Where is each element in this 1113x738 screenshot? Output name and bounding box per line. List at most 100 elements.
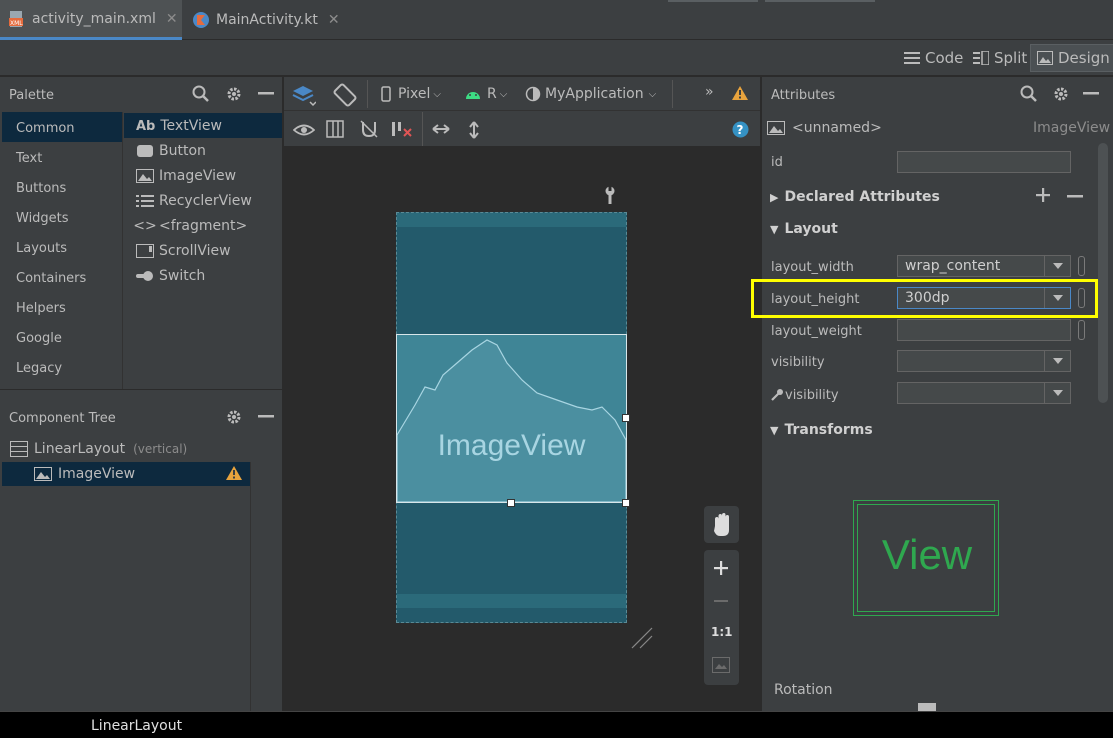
zoom-out-icon[interactable] (713, 600, 729, 604)
resize-handle[interactable] (507, 499, 515, 507)
search-icon[interactable] (190, 83, 212, 105)
category-text[interactable]: Text (16, 151, 42, 166)
warning-icon[interactable] (225, 465, 243, 481)
design-mode-button[interactable]: Design (1030, 44, 1113, 72)
zoom-fit-icon[interactable] (712, 657, 730, 673)
category-legacy[interactable]: Legacy (16, 361, 62, 376)
palette-item-scrollview[interactable]: ScrollView (136, 239, 231, 263)
palette-item-fragment[interactable]: <> <fragment> (133, 214, 247, 238)
tab-main-activity[interactable]: MainActivity.kt ✕ (184, 0, 344, 40)
layout-width-label: layout_width (771, 260, 854, 275)
overflow-icon[interactable]: » (705, 84, 714, 100)
expand-horizontal-icon[interactable] (431, 121, 451, 137)
layout-section[interactable]: ▼ Layout (762, 214, 1092, 244)
visibility-field[interactable] (897, 350, 1071, 372)
clear-constraints-icon[interactable] (391, 120, 413, 138)
kotlin-file-icon (192, 11, 210, 29)
category-containers[interactable]: Containers (16, 271, 86, 286)
dropdown-arrow-icon[interactable] (1044, 288, 1070, 308)
minimize-icon[interactable] (255, 406, 277, 428)
image-icon (1037, 51, 1053, 65)
layers-icon[interactable] (290, 82, 316, 108)
imageview-preview[interactable]: ImageView (396, 334, 627, 503)
id-label: id (771, 155, 783, 170)
category-buttons[interactable]: Buttons (16, 181, 66, 196)
category-google[interactable]: Google (16, 331, 62, 346)
dropdown-arrow-icon[interactable] (1044, 383, 1070, 403)
zoom-reset-button[interactable]: 1:1 (711, 625, 733, 639)
divider (672, 80, 673, 108)
gear-icon[interactable] (223, 83, 245, 105)
id-field[interactable] (897, 151, 1071, 173)
rotation-label: Rotation (774, 682, 833, 698)
dropdown-arrow-icon[interactable] (1044, 351, 1070, 371)
resize-corner-icon[interactable] (630, 626, 654, 650)
android-icon (464, 88, 482, 100)
palette-item-button[interactable]: Button (136, 139, 206, 163)
divider (0, 389, 283, 390)
status-bar: LinearLayout (0, 711, 1113, 738)
theme-dropdown[interactable]: MyApplication ⌵ (525, 86, 656, 102)
close-icon[interactable]: ✕ (166, 11, 178, 27)
warning-icon[interactable] (731, 85, 749, 101)
scrollbar[interactable] (1098, 143, 1108, 403)
help-icon[interactable]: ? (732, 121, 749, 138)
resize-handle[interactable] (622, 499, 630, 507)
resource-picker-button[interactable] (1078, 256, 1085, 276)
eye-icon[interactable] (293, 121, 315, 139)
layout-width-field[interactable]: wrap_content (897, 255, 1071, 277)
rotation-slider-handle[interactable] (918, 703, 936, 711)
resize-handle[interactable] (622, 414, 630, 422)
component-name[interactable]: <unnamed> (767, 118, 882, 138)
resource-picker-button[interactable] (1078, 320, 1085, 340)
expand-vertical-icon[interactable] (466, 120, 482, 140)
palette-item-recyclerview[interactable]: RecyclerView (136, 189, 252, 213)
palette-item-switch[interactable]: Switch (136, 264, 205, 288)
zoom-in-icon[interactable] (713, 560, 729, 576)
pan-button[interactable] (704, 506, 739, 543)
view-preview-box: View (853, 500, 999, 616)
lines-icon (904, 51, 920, 65)
split-mode-button[interactable]: Split (967, 44, 1033, 72)
layout-weight-field[interactable] (897, 319, 1071, 341)
svg-text:XML: XML (10, 20, 23, 27)
gear-icon[interactable] (223, 406, 245, 428)
close-icon[interactable]: ✕ (328, 12, 340, 28)
remove-icon[interactable] (1067, 195, 1083, 199)
category-widgets[interactable]: Widgets (16, 211, 69, 226)
minimize-icon[interactable] (1080, 83, 1102, 105)
transforms-section[interactable]: ▼ Transforms (762, 415, 1092, 445)
tools-visibility-field[interactable] (897, 382, 1071, 404)
tab-activity-main[interactable]: XML activity_main.xml ✕ (0, 0, 182, 40)
api-level-dropdown[interactable]: R ⌵ (464, 86, 507, 102)
wrench-icon[interactable] (603, 186, 617, 204)
theme-icon (525, 86, 541, 102)
add-icon[interactable] (1035, 187, 1051, 203)
divider (668, 0, 758, 2)
tree-node-linearlayout[interactable]: LinearLayout (vertical) (10, 438, 187, 460)
tree-node-imageview[interactable]: ImageView (34, 463, 135, 485)
device-dropdown[interactable]: Pixel ⌵ (381, 86, 441, 102)
hand-icon (714, 513, 729, 536)
breadcrumb[interactable]: LinearLayout (91, 718, 182, 734)
divider (765, 0, 875, 2)
orientation-icon[interactable] (332, 82, 358, 108)
layout-height-field[interactable]: 300dp (897, 287, 1071, 309)
palette-item-imageview[interactable]: ImageView (136, 164, 236, 188)
xml-file-icon: XML (8, 10, 26, 28)
blueprint-icon[interactable] (326, 120, 344, 138)
palette-item-textview[interactable]: Ab TextView (136, 114, 222, 138)
component-type: ImageView (1033, 120, 1111, 136)
magnet-off-icon[interactable] (359, 120, 379, 138)
category-helpers[interactable]: Helpers (16, 301, 66, 316)
gear-icon[interactable] (1050, 83, 1072, 105)
dropdown-arrow-icon[interactable] (1044, 256, 1070, 276)
minimize-icon[interactable] (255, 83, 277, 105)
category-common[interactable]: Common (16, 121, 75, 136)
search-icon[interactable] (1018, 83, 1040, 105)
category-layouts[interactable]: Layouts (16, 241, 67, 256)
resource-picker-button[interactable] (1078, 288, 1085, 308)
tab-label: activity_main.xml (32, 10, 156, 27)
chevron-down-icon: ▼ (770, 222, 779, 236)
code-mode-button[interactable]: Code (898, 44, 969, 72)
